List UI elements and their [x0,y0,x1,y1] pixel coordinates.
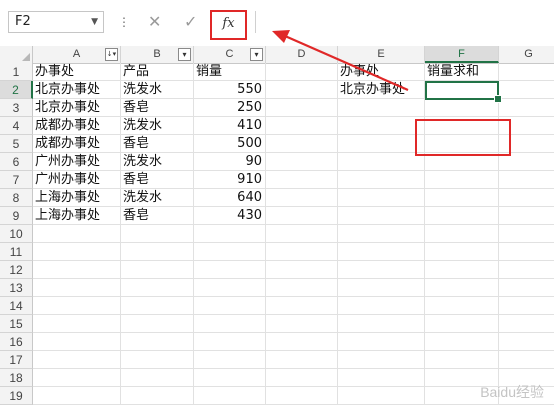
annotation-arrow [272,30,409,92]
